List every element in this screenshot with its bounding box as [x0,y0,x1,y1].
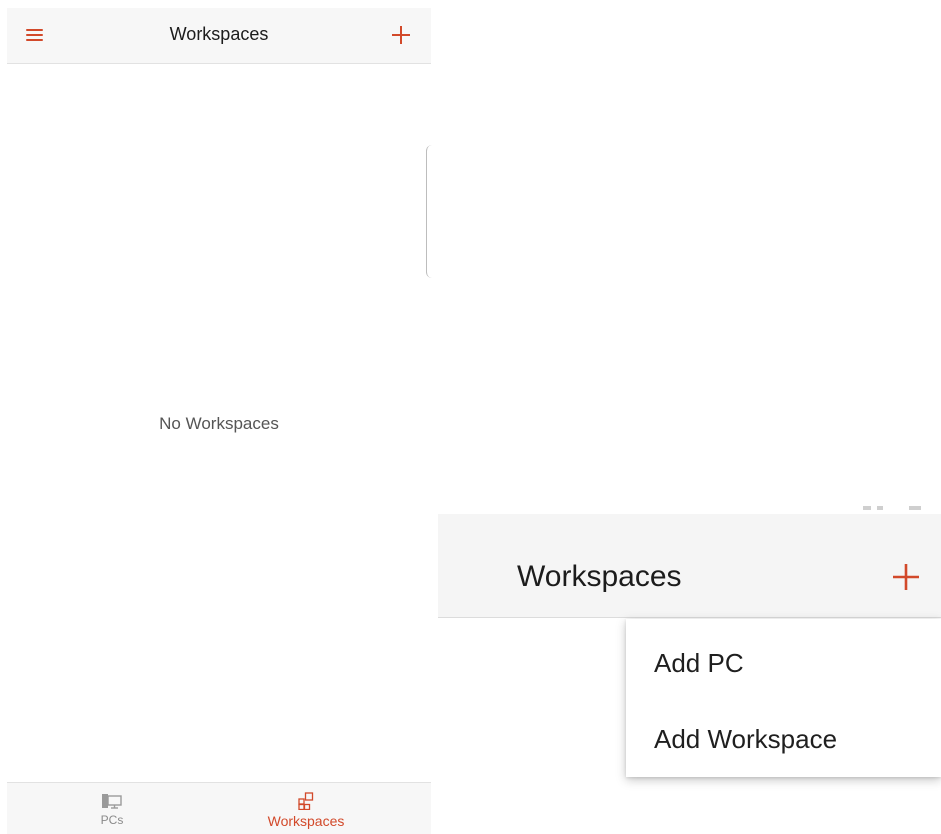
plus-icon [392,26,410,44]
tab-pcs[interactable]: PCs [67,783,157,834]
app-bar: Workspaces [7,8,431,64]
menu-item-add-workspace[interactable]: Add Workspace [626,703,941,775]
panel-edge [426,145,434,278]
app-bar: Workspaces [438,514,941,618]
tab-workspaces[interactable]: Workspaces [247,783,365,834]
page-title: Workspaces [169,24,269,44]
add-button[interactable] [388,22,414,48]
empty-state-text: No Workspaces [159,414,279,433]
menu-item-add-pc[interactable]: Add PC [626,627,941,699]
workspaces-screen: Workspaces No Workspaces PCs Workspaces [7,0,431,834]
plus-icon [893,564,919,590]
add-button[interactable] [889,560,923,594]
page-title: Workspaces [517,560,682,593]
workspaces-screen-zoomed: Workspaces Add PC Add Workspace [438,506,941,806]
tab-label: Workspaces [267,813,345,829]
tab-label: PCs [100,813,124,827]
workspaces-grid-icon [298,792,314,810]
add-menu: Add PC Add Workspace [626,619,941,777]
bottom-navigation: PCs Workspaces [7,782,431,834]
status-bar-fragment [863,506,923,512]
pc-monitor-icon [102,794,122,809]
